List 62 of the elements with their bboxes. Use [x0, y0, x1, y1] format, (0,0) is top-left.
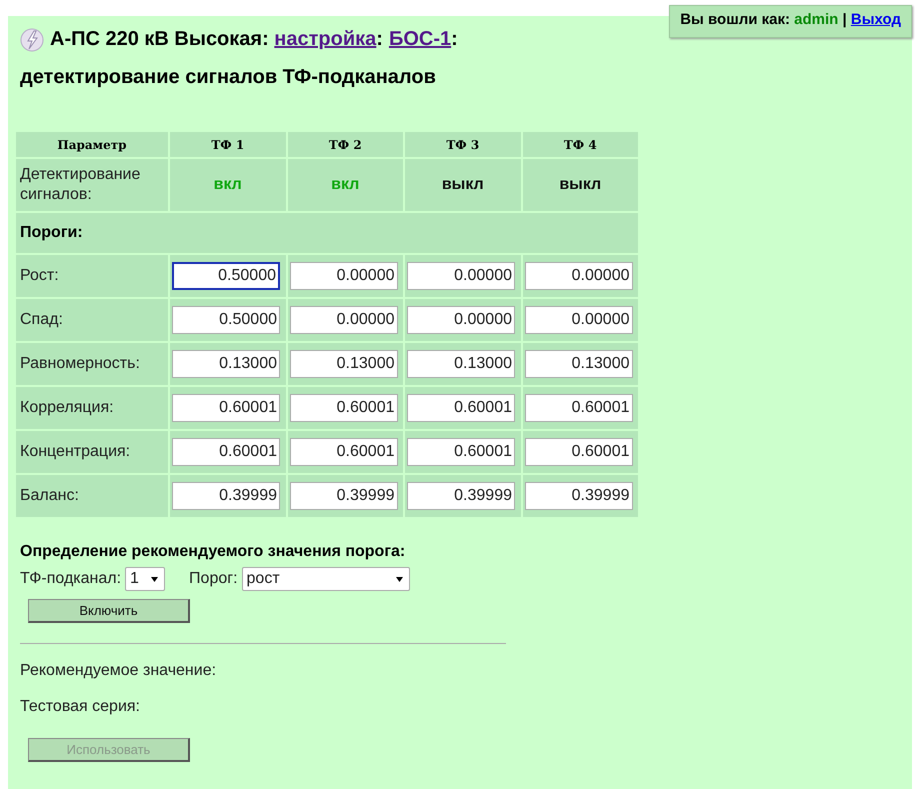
threshold-label: Порог: — [189, 570, 238, 588]
threshold-input[interactable]: 0.13000 — [407, 350, 515, 378]
row-label: Концентрация: — [16, 431, 168, 473]
login-label: Вы вошли как: — [680, 11, 791, 28]
breadcrumb-link[interactable]: БОС-1 — [388, 28, 452, 50]
row-label: Спад: — [16, 299, 168, 341]
threshold-input[interactable]: 0.50000 — [172, 306, 280, 334]
section-heading: Определение рекомендуемого значения порога: — [20, 543, 406, 561]
threshold-input[interactable]: 0.60001 — [524, 394, 632, 422]
column-header: Параметр — [16, 132, 168, 157]
row-label: Детектирование сигналов: — [16, 159, 168, 211]
threshold-input[interactable]: 0.60001 — [290, 394, 398, 422]
row-label: Рост: — [16, 255, 168, 297]
threshold-input[interactable]: 0.13000 — [290, 350, 398, 378]
threshold-input[interactable]: 0.60001 — [407, 438, 515, 466]
breadcrumb-separator: : — [376, 28, 383, 50]
threshold-input[interactable]: 0.39999 — [290, 482, 398, 510]
lightning-logo-icon — [20, 28, 44, 52]
threshold-input[interactable]: 0.13000 — [524, 350, 632, 378]
column-header: ТФ 4 — [522, 132, 638, 157]
detection-state: вкл — [288, 159, 403, 211]
threshold-input[interactable]: 0.60001 — [172, 438, 280, 466]
threshold-select[interactable]: рост — [242, 567, 410, 591]
section-heading: Пороги: — [16, 213, 638, 253]
column-header: ТФ 2 — [288, 132, 403, 157]
dropdown-caret-icon — [396, 576, 403, 582]
page-title: А-ПС 220 кВ Высокая: — [50, 28, 270, 50]
column-header: ТФ 1 — [170, 132, 286, 157]
detection-state: выкл — [522, 159, 638, 211]
threshold-input[interactable]: 0.13000 — [172, 350, 280, 378]
column-header: ТФ 3 — [405, 132, 520, 157]
result-label: Рекомендуемое значение: — [20, 662, 218, 680]
row-label: Баланс: — [16, 475, 168, 517]
row-label: Равномерность: — [16, 343, 168, 385]
threshold-input[interactable]: 0.00000 — [407, 306, 515, 334]
series-label: Тестовая серия: — [20, 698, 141, 716]
page-subtitle: детектирование сигналов ТФ-подканалов — [20, 65, 437, 90]
threshold-input[interactable]: 0.39999 — [172, 482, 280, 510]
channel-label: ТФ-подканал: — [20, 570, 122, 588]
threshold-input[interactable]: 0.60001 — [290, 438, 398, 466]
threshold-input[interactable]: 0.00000 — [290, 306, 398, 334]
threshold-input[interactable]: 0.00000 — [524, 306, 632, 334]
row-label: Корреляция: — [16, 387, 168, 429]
separator: | — [842, 11, 848, 28]
logout-link[interactable]: Выход — [850, 11, 901, 28]
threshold-input[interactable]: 0.60001 — [407, 394, 515, 422]
threshold-input[interactable]: 0.60001 — [524, 438, 632, 466]
threshold-input[interactable]: 0.60001 — [172, 394, 280, 422]
threshold-input[interactable]: 0.00000 — [290, 262, 398, 290]
breadcrumb-separator: : — [451, 28, 458, 50]
threshold-input[interactable]: 0.39999 — [524, 482, 632, 510]
threshold-input[interactable]: 0.00000 — [524, 262, 632, 290]
threshold-input[interactable]: 0.00000 — [407, 262, 515, 290]
detection-state: выкл — [405, 159, 520, 211]
channel-select[interactable]: 1 — [125, 567, 166, 591]
threshold-input[interactable]: 0.50000 — [172, 262, 280, 290]
dropdown-caret-icon — [151, 576, 158, 582]
breadcrumb-link[interactable]: настройка — [274, 28, 376, 50]
user-name: admin — [794, 11, 838, 28]
detection-state: вкл — [170, 159, 286, 211]
threshold-input[interactable]: 0.39999 — [407, 482, 515, 510]
enable-button[interactable]: Включить — [28, 599, 190, 623]
